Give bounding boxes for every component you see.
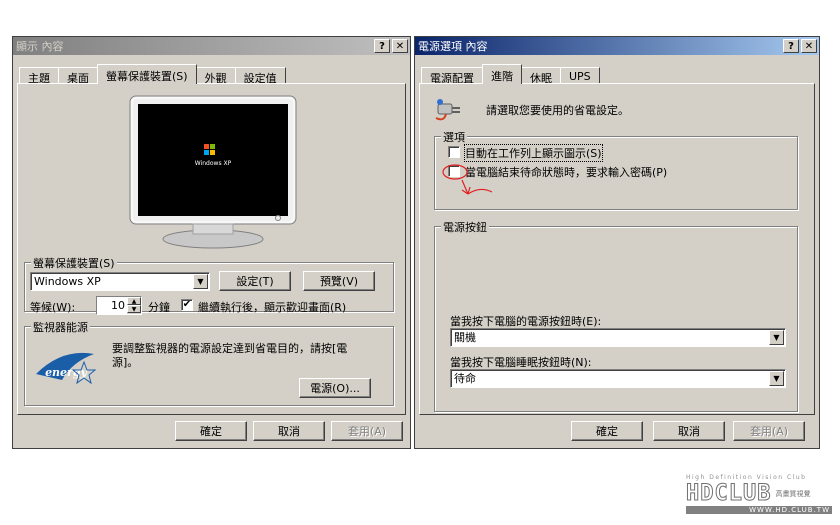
power-button-select[interactable]: 關機 ▼: [450, 328, 786, 347]
minutes-label: 分鐘: [148, 301, 170, 314]
power-buttons-group-label: 電源按鈕: [441, 219, 489, 235]
tab-ups[interactable]: UPS: [560, 67, 600, 84]
options-group-label: 選項: [441, 129, 467, 145]
tab-advanced[interactable]: 進階: [482, 64, 522, 84]
monitor-power-group-label: 監視器能源: [31, 319, 90, 335]
ok-button[interactable]: 確定: [571, 421, 643, 441]
sleep-button-value: 待命: [454, 372, 476, 385]
chevron-down-icon[interactable]: ▼: [193, 274, 208, 289]
cancel-button[interactable]: 取消: [253, 421, 325, 441]
preview-text: Windows XP: [195, 160, 232, 167]
display-tabs: 主題 桌面 螢幕保護裝置(S) 外觀 設定值: [19, 64, 286, 85]
wait-label: 等候(W):: [30, 301, 76, 314]
tab-appearance[interactable]: 外觀: [195, 67, 236, 85]
spin-down-icon[interactable]: ▼: [127, 305, 141, 313]
screensaver-group-label: 螢幕保護裝置(S): [31, 255, 117, 271]
screensaver-settings-button[interactable]: 設定(T): [219, 271, 291, 291]
tab-power-schemes[interactable]: 電源配置: [421, 67, 483, 85]
resume-label: 繼續執行後，顯示歡迎畫面(R): [198, 301, 347, 314]
show-icon-checkbox[interactable]: [448, 146, 460, 158]
tab-screensaver[interactable]: 螢幕保護裝置(S): [97, 64, 197, 84]
cancel-button[interactable]: 取消: [653, 421, 725, 441]
power-button-label: 當我按下電腦的電源按鈕時(E):: [450, 315, 602, 328]
screensaver-select[interactable]: Windows XP ▼: [30, 272, 210, 291]
hdclub-watermark: High Definition Vision Club HDCLUB 高畫質視覺…: [685, 474, 832, 520]
apply-button[interactable]: 套用(A): [733, 421, 805, 441]
apply-button[interactable]: 套用(A): [331, 421, 403, 441]
red-annotation-mark: [442, 164, 493, 195]
power-tabs: 電源配置 進階 休眠 UPS: [421, 64, 600, 85]
help-button[interactable]: ?: [783, 39, 799, 53]
display-titlebar[interactable]: 顯示 內容 ? ✕: [13, 37, 410, 55]
watermark-tagline: High Definition Vision Club: [686, 474, 807, 481]
advanced-intro: 請選取您要使用的省電設定。: [486, 104, 629, 117]
resume-checkbox[interactable]: ✔: [181, 299, 193, 311]
power-options-window: 電源選項 內容 ? ✕ 電源配置 進階 休眠 UPS 請選取您要使用的省電設定。…: [414, 36, 820, 449]
display-properties-window: 顯示 內容 ? ✕ 主題 桌面 螢幕保護裝置(S) 外觀 設定值 Windows…: [12, 36, 411, 449]
tab-desktop[interactable]: 桌面: [58, 67, 98, 85]
display-title: 顯示 內容: [16, 40, 64, 53]
tab-themes[interactable]: 主題: [19, 67, 59, 85]
screensaver-panel: Windows XP 螢幕保護裝置(S) Windows XP ▼ 設定(T) …: [17, 83, 406, 415]
sleep-button-label: 當我按下電腦睡眠按鈕時(N):: [450, 356, 592, 369]
power-plug-icon: [435, 99, 460, 121]
help-button[interactable]: ?: [374, 39, 390, 53]
advanced-panel: 請選取您要使用的省電設定。 選項 目動在工作列上顯示圖示(S) 當電腦結束待命狀…: [419, 83, 815, 415]
watermark-cn: 高畫質視覺: [775, 489, 811, 498]
wait-spinner[interactable]: 10 ▲ ▼: [96, 296, 142, 315]
chevron-down-icon[interactable]: ▼: [769, 371, 784, 386]
sleep-button-select[interactable]: 待命 ▼: [450, 369, 786, 388]
screensaver-select-value: Windows XP: [34, 275, 101, 288]
power-title: 電源選項 內容: [418, 40, 488, 53]
monitor-power-text: 要調整監視器的電源設定達到省電目的，請按[電源]。: [112, 342, 348, 369]
monitor-preview: Windows XP: [129, 95, 297, 249]
screensaver-preview-button[interactable]: 預覽(V): [303, 271, 375, 291]
close-button[interactable]: ✕: [801, 39, 817, 53]
ok-button[interactable]: 確定: [175, 421, 247, 441]
power-button-value: 關機: [454, 331, 476, 344]
tab-settings[interactable]: 設定值: [234, 67, 286, 85]
watermark-url: WWW.HD.CLUB.TW: [686, 506, 832, 514]
energy-star-icon: energy: [36, 352, 97, 385]
power-titlebar[interactable]: 電源選項 內容 ? ✕: [415, 37, 819, 55]
chevron-down-icon[interactable]: ▼: [769, 330, 784, 345]
close-button[interactable]: ✕: [392, 39, 408, 53]
show-icon-label: 目動在工作列上顯示圖示(S): [464, 144, 603, 162]
tab-hibernate[interactable]: 休眠: [521, 67, 561, 85]
wait-value: 10: [111, 299, 125, 312]
spin-up-icon[interactable]: ▲: [127, 297, 141, 305]
watermark-logo: HDCLUB: [685, 481, 772, 507]
power-button[interactable]: 電源(O)...: [299, 378, 371, 398]
